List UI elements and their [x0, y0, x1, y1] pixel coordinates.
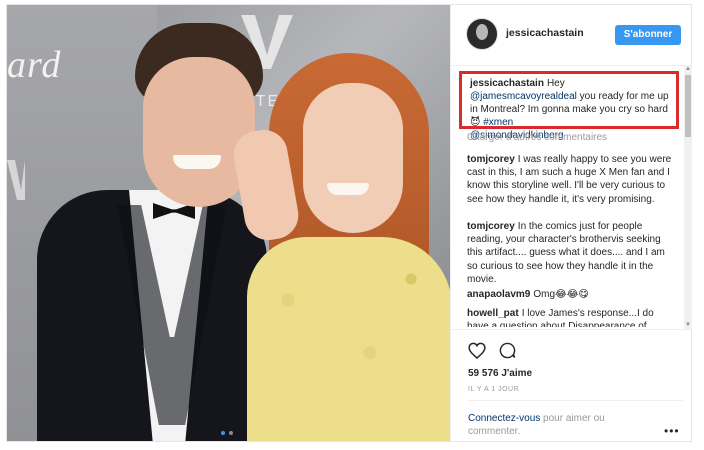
load-more-comments-link[interactable]: Charger d’autres commentaires [467, 132, 607, 143]
comment-username[interactable]: howell_pat [467, 308, 519, 319]
comment-item: howell_pat I love James's response...I do… [467, 307, 677, 327]
login-prompt: Connectez-vous pour aimer ou commenter. [468, 412, 638, 438]
post-photo[interactable]: ard STEI [7, 5, 450, 441]
carousel-indicator[interactable] [221, 431, 233, 435]
post-side-panel: jessicachastain S'abonner jessicachastai… [450, 5, 692, 442]
post-header: jessicachastain S'abonner [451, 5, 691, 66]
comments-scrollbar[interactable]: ▲ ▼ [684, 65, 692, 329]
scroll-up-arrow-icon[interactable]: ▲ [684, 65, 692, 73]
post-timestamp: IL Y A 1 JOUR [468, 386, 520, 393]
caption-username[interactable]: jessicachastain [470, 78, 544, 89]
comments-list[interactable]: jessicachastain Hey @jamesmcavoyrealdeal … [451, 65, 684, 327]
woman-dress [247, 237, 450, 441]
heart-icon[interactable] [468, 342, 486, 359]
divider [468, 400, 683, 401]
scroll-thumb[interactable] [685, 75, 691, 137]
likes-count[interactable]: 59 576 J'aime [468, 368, 532, 379]
header-username[interactable]: jessicachastain [506, 27, 584, 39]
comment-username[interactable]: anapaolavm9 [467, 289, 530, 300]
caption-mention-1[interactable]: @jamesmcavoyrealdeal [470, 91, 577, 102]
comment-username[interactable]: tomjcorey [467, 221, 515, 232]
more-options-icon[interactable]: ••• [664, 424, 680, 438]
carousel-dot[interactable] [229, 431, 233, 435]
comment-item: tomjcorey I was really happy to see you w… [467, 153, 677, 206]
woman-smile [327, 183, 369, 195]
comment-username[interactable]: tomjcorey [467, 154, 515, 165]
backdrop-logo-icon-left [7, 160, 25, 200]
man-smile [173, 155, 221, 169]
follow-button[interactable]: S'abonner [615, 25, 681, 45]
highlighted-caption: jessicachastain Hey @jamesmcavoyrealdeal … [459, 71, 679, 141]
login-link[interactable]: Connectez-vous [468, 413, 540, 424]
scroll-down-arrow-icon[interactable]: ▼ [684, 321, 692, 329]
post-actions: 59 576 J'aime IL Y A 1 JOUR Connectez-vo… [451, 329, 691, 442]
woman-face [303, 83, 403, 233]
instagram-post: ard STEI jessicachastain S'abonner jessi… [6, 4, 692, 442]
caption-text-1: Hey [546, 78, 565, 89]
caption-hashtag[interactable]: #xmen [483, 117, 513, 128]
carousel-dot[interactable] [221, 431, 225, 435]
photo-brand-text: ard [7, 44, 62, 86]
avatar[interactable] [466, 18, 498, 50]
comment-item: tomjcorey In the comics just for people r… [467, 220, 677, 286]
comment-item: anapaolavm9 Omg😂😂😋 [467, 288, 677, 301]
comment-text: Omg😂😂😋 [533, 289, 589, 300]
comment-bubble-icon[interactable] [499, 342, 516, 359]
